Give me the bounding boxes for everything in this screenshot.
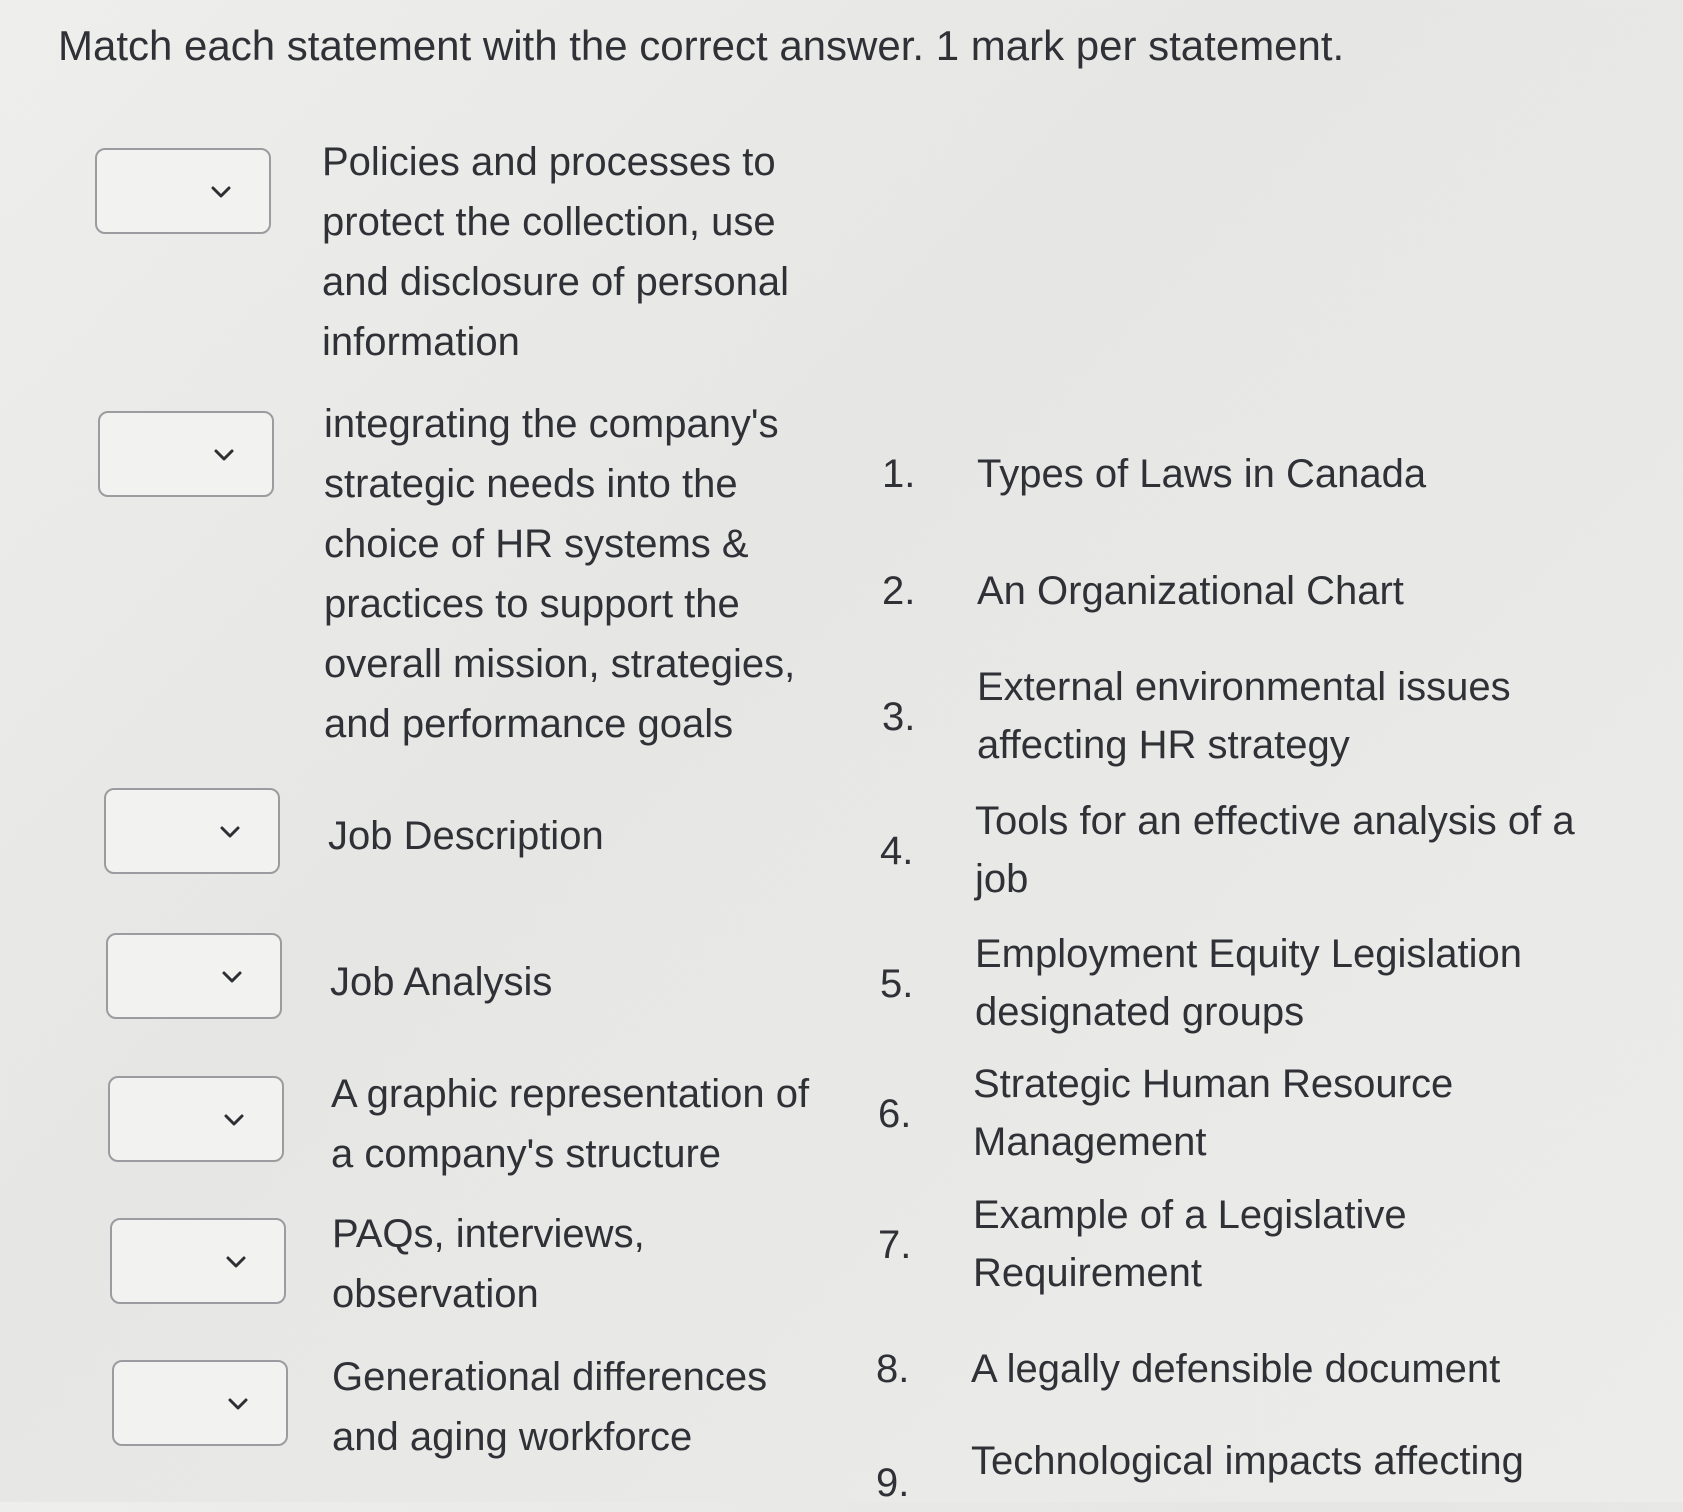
answer-text: Technological impacts affecting (971, 1439, 1524, 1483)
chevron-down-icon (220, 826, 240, 838)
statement-text-7: Generational differences and aging workf… (332, 1355, 768, 1459)
answer-number: 4. (880, 829, 914, 873)
answer-select-2[interactable] (98, 411, 274, 497)
statement-text-2: integrating the company's strategic need… (324, 402, 796, 746)
answer-select-4[interactable] (106, 933, 282, 1019)
statement-text-5: A graphic representation of a company's … (331, 1072, 810, 1176)
question-title: Match each statement with the correct an… (58, 22, 1345, 69)
answer-text: Strategic Human Resource Management (973, 1062, 1454, 1164)
chevron-down-icon (222, 971, 242, 983)
answer-select-7[interactable] (112, 1360, 288, 1446)
statement-text-4: Job Analysis (330, 960, 553, 1004)
answer-text: Types of Laws in Canada (977, 452, 1427, 496)
statement-text-3: Job Description (328, 814, 604, 858)
answer-text: An Organizational Chart (977, 569, 1404, 613)
answer-number: 7. (878, 1223, 912, 1267)
answer-number: 1. (882, 452, 916, 496)
chevron-down-icon (224, 1114, 244, 1126)
answer-number: 6. (878, 1092, 912, 1136)
answer-select-5[interactable] (108, 1076, 284, 1162)
chevron-down-icon (228, 1398, 248, 1410)
answer-number: 5. (880, 962, 914, 1006)
chevron-down-icon (226, 1256, 246, 1268)
answer-text: Tools for an effective analysis of a job (975, 799, 1575, 901)
answer-number: 9. (876, 1461, 910, 1505)
answer-number: 8. (876, 1347, 910, 1391)
chevron-down-icon (211, 186, 231, 198)
statement-text-1: Policies and processes to protect the co… (322, 140, 789, 364)
statement-text-6: PAQs, interviews, observation (332, 1212, 645, 1316)
answer-select-1[interactable] (95, 148, 271, 234)
answer-text: Employment Equity Legislation designated… (975, 932, 1522, 1034)
answer-text: External environmental issues affecting … (977, 665, 1511, 767)
answer-select-3[interactable] (104, 788, 280, 874)
answer-number: 3. (882, 695, 916, 739)
chevron-down-icon (214, 449, 234, 461)
answer-text: A legally defensible document (971, 1347, 1501, 1391)
answer-select-6[interactable] (110, 1218, 286, 1304)
answer-text: Example of a Legislative Requirement (973, 1193, 1407, 1295)
answer-number: 2. (882, 569, 916, 613)
